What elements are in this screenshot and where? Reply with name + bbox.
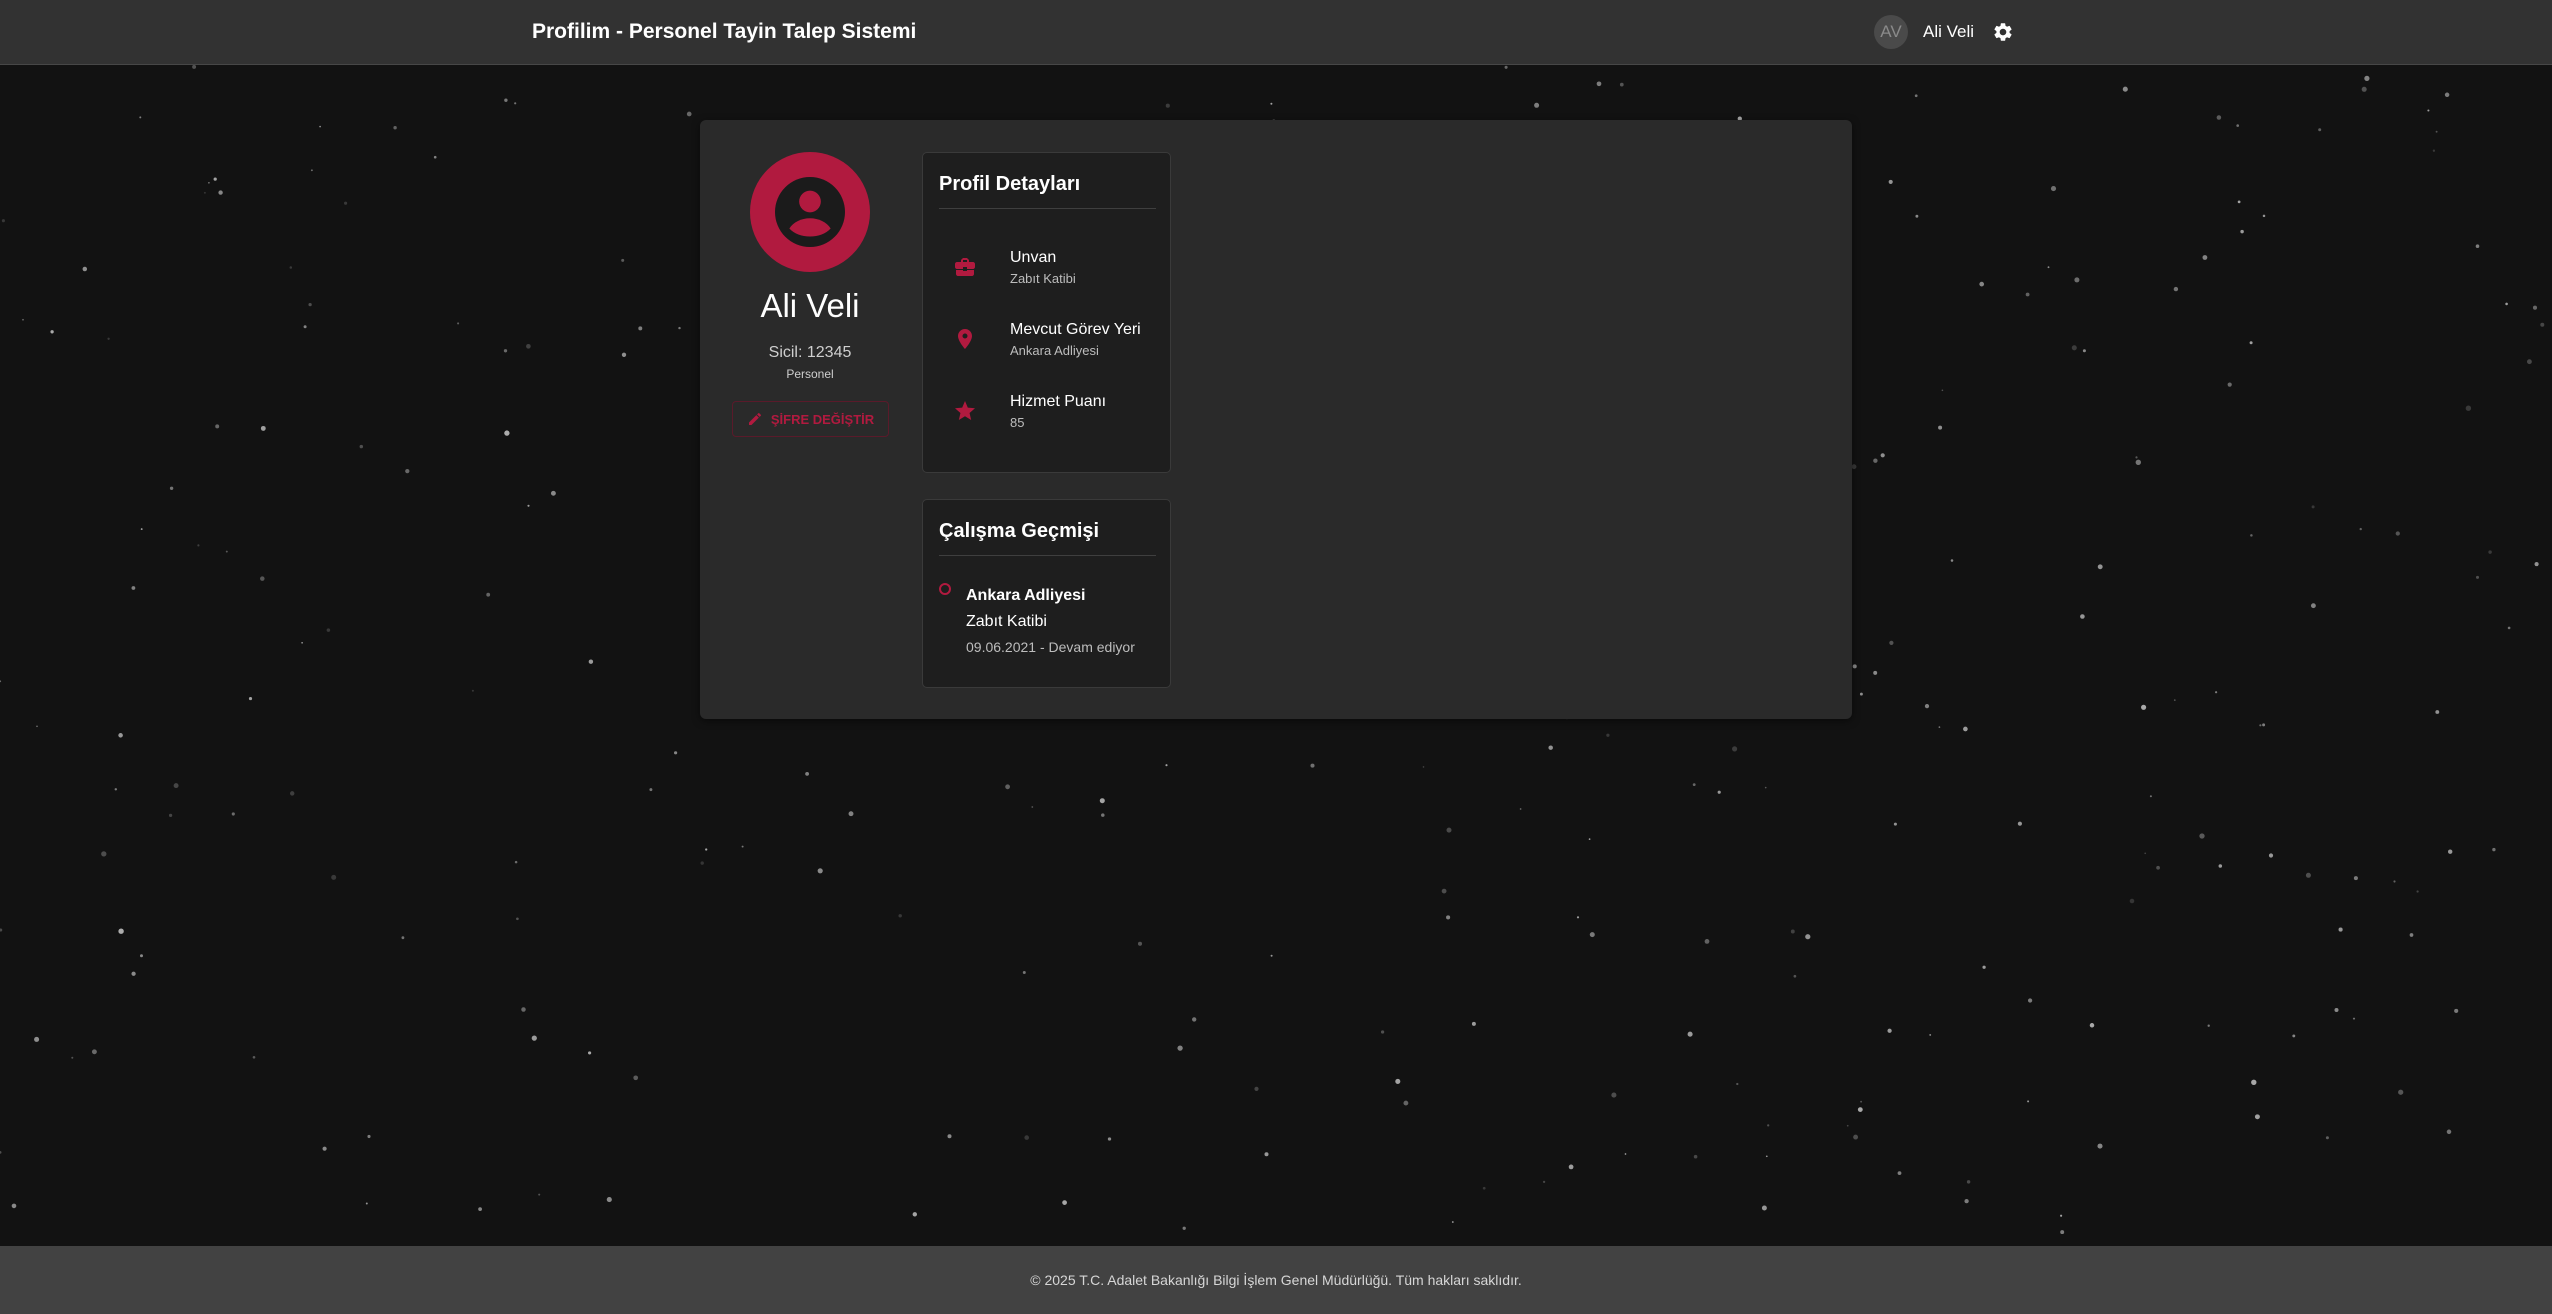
detail-value: Zabıt Katibi — [1010, 271, 1076, 286]
change-password-label: ŞİFRE DEĞİŞTİR — [770, 411, 875, 427]
page-title: Profilim - Personel Tayin Talep Sistemi — [532, 20, 917, 43]
star-icon — [955, 401, 975, 420]
briefcase-icon — [955, 258, 975, 276]
app-bar: Profilim - Personel Tayin Talep Sistemi … — [0, 0, 2552, 65]
user-avatar[interactable]: AV — [1874, 15, 1908, 49]
divider — [939, 555, 1156, 556]
settings-button[interactable] — [1991, 20, 2015, 44]
detail-label: Mevcut Görev Yeri — [1010, 321, 1141, 338]
detail-item-location: Mevcut Görev Yeri Ankara Adliyesi — [923, 321, 1172, 371]
panel-title: Profil Detayları — [939, 173, 1081, 195]
profile-registry-number: Sicil: 12345 — [768, 344, 852, 361]
detail-label: Unvan — [1010, 249, 1057, 266]
user-name[interactable]: Ali Veli — [1923, 22, 1974, 42]
profile-name: Ali Veli — [760, 287, 860, 324]
detail-item-title: Unvan Zabıt Katibi — [923, 249, 1172, 299]
profile-card: Ali Veli Sicil: 12345 Personel ŞİFRE DEĞ… — [700, 120, 1852, 719]
history-date: 09.06.2021 - Devam ediyor — [966, 639, 1135, 655]
timeline-dot-icon — [939, 583, 951, 595]
gear-icon — [1994, 23, 2012, 41]
history-place: Ankara Adliyesi — [966, 587, 1086, 604]
footer: © 2025 T.C. Adalet Bakanlığı Bilgi İşlem… — [0, 1246, 2552, 1314]
pencil-icon — [748, 412, 761, 425]
profile-role: Personel — [786, 367, 834, 381]
detail-value: Ankara Adliyesi — [1010, 343, 1099, 358]
detail-item-score: Hizmet Puanı 85 — [923, 393, 1172, 443]
account-circle-icon — [775, 177, 845, 247]
change-password-button[interactable]: ŞİFRE DEĞİŞTİR — [732, 401, 889, 437]
work-history-panel: Çalışma Geçmişi Ankara Adliyesi Zabıt Ka… — [922, 499, 1171, 688]
panel-title: Çalışma Geçmişi — [939, 520, 1100, 542]
detail-value: 85 — [1010, 415, 1025, 430]
profile-avatar — [750, 152, 870, 272]
divider — [939, 208, 1156, 209]
history-role: Zabıt Katibi — [966, 613, 1047, 630]
detail-label: Hizmet Puanı — [1010, 393, 1107, 410]
footer-copyright: © 2025 T.C. Adalet Bakanlığı Bilgi İşlem… — [1030, 1272, 1522, 1288]
profile-details-panel: Profil Detayları Unvan Zabıt Katibi Mevc… — [922, 152, 1171, 473]
user-menu[interactable]: AV Ali Veli — [1874, 15, 2015, 49]
location-pin-icon — [958, 329, 972, 349]
